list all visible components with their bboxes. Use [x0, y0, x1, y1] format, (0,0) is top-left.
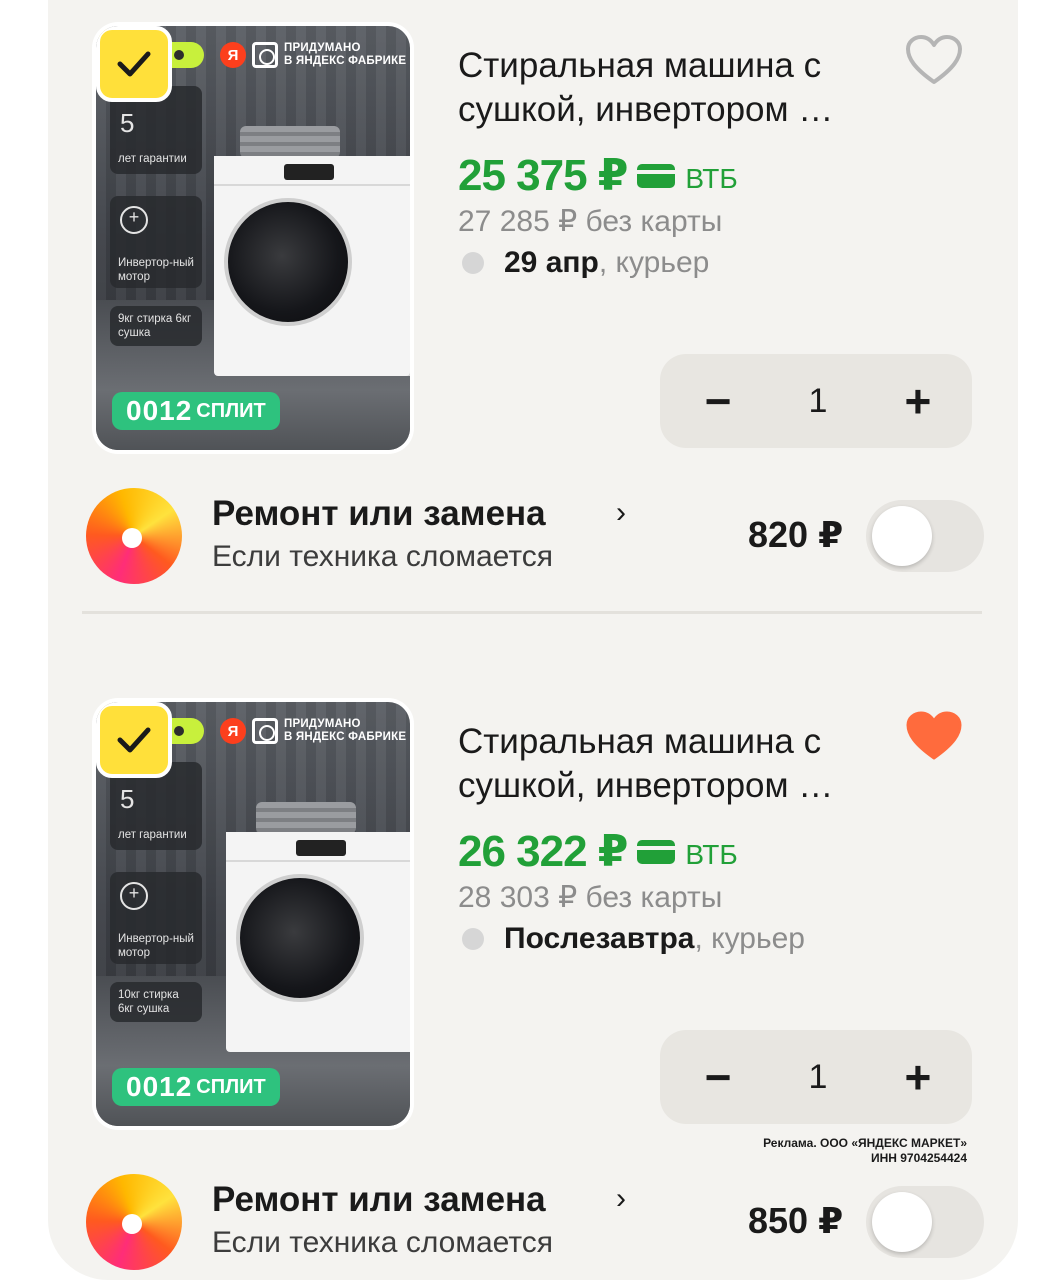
price-without-card: 27 285 ₽ без карты — [458, 205, 723, 238]
advertising-disclaimer: Реклама. ООО «ЯНДЕКС МАРКЕТ» ИНН 9704254… — [763, 1136, 967, 1165]
delivery-dot-icon — [462, 928, 484, 950]
motor-icon — [120, 206, 148, 234]
feature-capacity: 9кг стирка 6кг сушка — [110, 306, 202, 346]
bank-name: ВТБ — [685, 162, 738, 194]
item-divider — [82, 611, 982, 614]
yandex-logo-icon: Я — [220, 718, 246, 744]
card-price: 26 322 ₽ — [458, 827, 628, 876]
split-badge: 0012 СПЛИТ — [112, 1068, 280, 1106]
motor-icon — [120, 882, 148, 910]
decrease-button[interactable]: − — [698, 378, 738, 424]
towels-illustration — [256, 802, 356, 834]
repair-service-row: Ремонт или замена › Если техника сломает… — [48, 484, 1018, 584]
heart-icon[interactable] — [904, 710, 964, 762]
check-icon — [117, 51, 151, 77]
service-subtitle: Если техника сломается — [212, 1226, 554, 1259]
service-title-link[interactable]: Ремонт или замена — [212, 494, 546, 534]
service-toggle[interactable] — [866, 500, 984, 572]
split-badge: 0012 СПЛИТ — [112, 392, 280, 430]
price-without-card: 28 303 ₽ без карты — [458, 881, 723, 914]
feature-motor: Инвертор-ный мотор — [110, 196, 202, 288]
increase-button[interactable]: + — [898, 378, 938, 424]
quantity-value: 1 — [808, 381, 828, 420]
bank-card-icon — [637, 839, 676, 864]
price-row: 25 375 ₽ ВТБ — [458, 150, 738, 201]
heart-icon[interactable] — [904, 34, 964, 86]
select-checkbox[interactable] — [96, 702, 172, 778]
feature-motor: Инвертор-ный мотор — [110, 872, 202, 964]
yandex-logo-icon: Я — [220, 42, 246, 68]
service-logo-icon — [86, 488, 182, 584]
towels-illustration — [240, 126, 340, 158]
bank-card-icon — [637, 163, 676, 188]
service-toggle[interactable] — [866, 1186, 984, 1258]
delivery-dot-icon — [462, 252, 484, 274]
check-icon — [117, 727, 151, 753]
brand-mark: Я Придумано в Яндекс Фабрике — [220, 42, 406, 68]
brand-mark: Я Придумано в Яндекс Фабрике — [220, 718, 406, 744]
decrease-button[interactable]: − — [698, 1054, 738, 1100]
washer-illustration — [214, 156, 410, 376]
increase-button[interactable]: + — [898, 1054, 938, 1100]
quantity-stepper: − 1 + — [660, 354, 972, 448]
chevron-right-icon[interactable]: › — [616, 496, 626, 530]
delivery-info: Послезавтра, курьер — [462, 922, 805, 956]
select-checkbox[interactable] — [96, 26, 172, 102]
service-title-link[interactable]: Ремонт или замена — [212, 1180, 546, 1220]
service-subtitle: Если техника сломается — [212, 540, 554, 573]
quantity-stepper: − 1 + — [660, 1030, 972, 1124]
card-price: 25 375 ₽ — [458, 151, 628, 200]
bank-name: ВТБ — [685, 838, 738, 870]
chevron-right-icon[interactable]: › — [616, 1182, 626, 1216]
quantity-value: 1 — [808, 1057, 828, 1096]
factory-logo-icon — [252, 718, 278, 744]
product-title[interactable]: Стиральная машина с сушкой, инвертором … — [458, 720, 878, 808]
service-price: 820 ₽ — [748, 514, 844, 555]
service-logo-icon — [86, 1174, 182, 1270]
product-title[interactable]: Стиральная машина с сушкой, инвертором … — [458, 44, 878, 132]
service-price: 850 ₽ — [748, 1200, 844, 1241]
repair-service-row: Ремонт или замена › Если техника сломает… — [48, 1170, 1018, 1270]
factory-logo-icon — [252, 42, 278, 68]
delivery-info: 29 апр, курьер — [462, 246, 709, 280]
product-image[interactable]: Я Придумано в Яндекс Фабрике 5 лет гарант… — [92, 698, 414, 1130]
price-row: 26 322 ₽ ВТБ — [458, 826, 738, 877]
product-image[interactable]: Я Придумано в Яндекс Фабрике 5 лет гарант… — [92, 22, 414, 454]
washer-illustration — [226, 832, 410, 1052]
feature-capacity: 10кг стирка 6кг сушка — [110, 982, 202, 1022]
